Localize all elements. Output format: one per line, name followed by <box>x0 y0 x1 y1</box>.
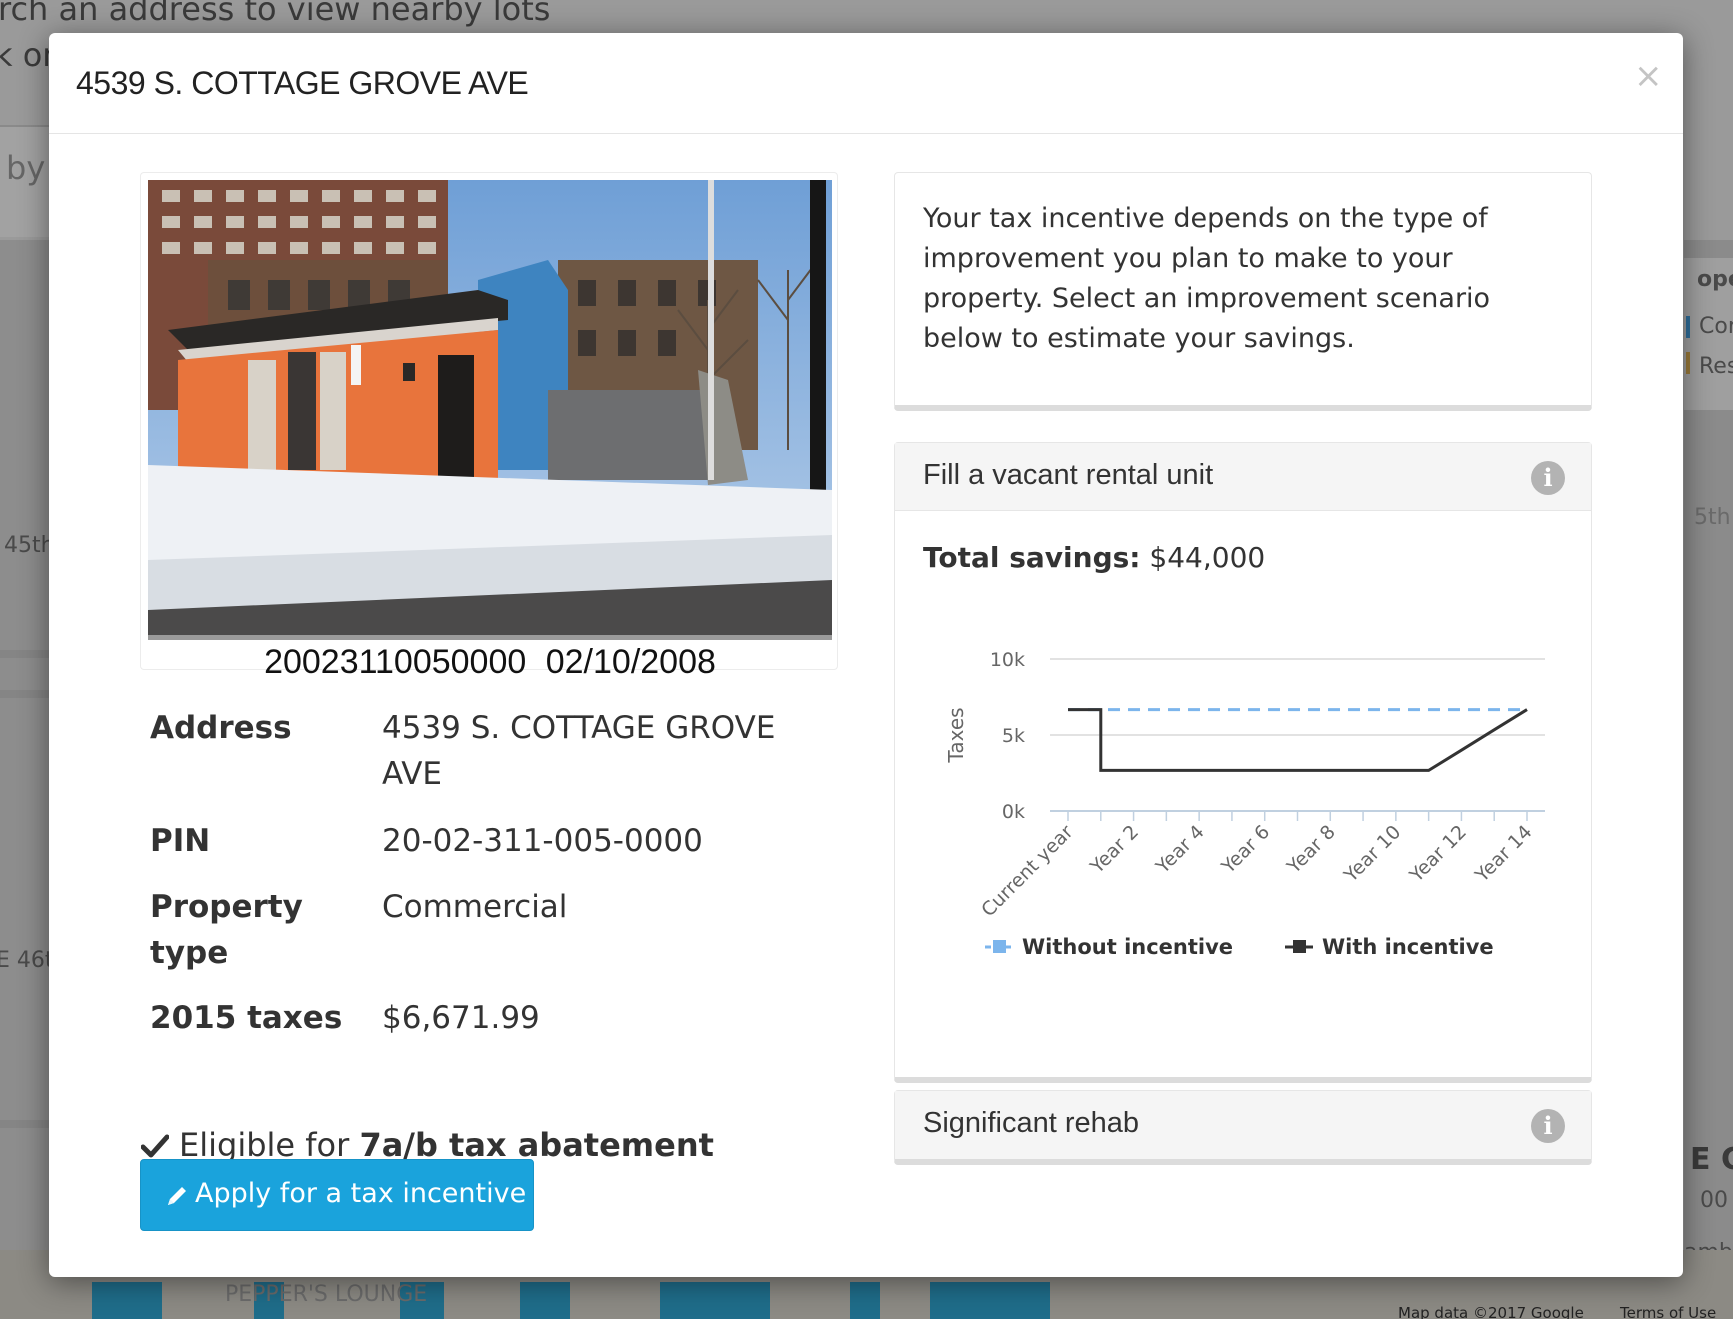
x-tick-label: Year 2 <box>1086 821 1144 879</box>
scenario-title: Significant rehab <box>923 1107 1140 1139</box>
scenario-header-rehab[interactable]: Significant rehab i <box>895 1091 1591 1159</box>
y-tick-label: 10k <box>990 649 1025 671</box>
bg-legend-item: Cor <box>1699 314 1733 339</box>
bg-street-label: 45th <box>4 533 55 558</box>
x-tick-label: Year 4 <box>1151 821 1209 879</box>
info-text: Your tax incentive depends on the type o… <box>923 203 1491 354</box>
taxes-value: $6,671.99 <box>382 1000 540 1036</box>
property-type-value: Commercial <box>382 889 568 925</box>
modal-header: 4539 S. COTTAGE GROVE AVE × <box>49 33 1683 134</box>
info-panel: Your tax incentive depends on the type o… <box>894 172 1592 411</box>
series-line-with-incentive <box>1068 708 1528 772</box>
x-tick-label: Year 6 <box>1217 821 1275 879</box>
info-icon[interactable]: i <box>1531 461 1565 495</box>
scenario-panel-rehab: Significant rehab i <box>894 1090 1592 1165</box>
modal-title: 4539 S. COTTAGE GROVE AVE <box>76 65 529 101</box>
savings-label: Total savings: <box>923 541 1141 574</box>
pin-value: 20-02-311-005-0000 <box>382 823 703 859</box>
scenario-panel-vacant-unit: Fill a vacant rental unit i Total saving… <box>894 442 1592 1083</box>
apply-button-label: Apply for a tax incentive <box>195 1178 527 1209</box>
address-value: 4539 S. COTTAGE GROVE AVE <box>382 710 776 792</box>
scenario-title: Fill a vacant rental unit <box>923 459 1214 491</box>
legend-label-without: Without incentive <box>1022 935 1233 959</box>
bg-partial-text: E GR <box>1690 1142 1733 1177</box>
info-icon[interactable]: i <box>1531 1109 1565 1143</box>
x-tick-label: Year 14 <box>1470 821 1536 887</box>
x-tick-label: Year 10 <box>1339 821 1405 887</box>
apply-incentive-button[interactable]: Apply for a tax incentive <box>140 1159 534 1231</box>
address-label: Address <box>150 710 292 746</box>
y-tick-label: 0k <box>1002 801 1025 823</box>
bg-partial-text-2: 00 <box>1700 1188 1728 1213</box>
x-tick-label: Year 8 <box>1282 821 1340 879</box>
bg-instruction-text: rch an address to view nearby lots <box>0 0 551 28</box>
property-photo <box>148 180 832 640</box>
legend-marker-without <box>993 940 1006 953</box>
x-tick-label: Current year <box>977 821 1077 921</box>
bg-map-place: PEPPER'S LOUNGE <box>225 1282 428 1307</box>
scenario-header-vacant-unit[interactable]: Fill a vacant rental unit i <box>895 443 1591 511</box>
y-tick-label: 5k <box>1002 725 1025 747</box>
bg-terms-link[interactable]: Terms of Use <box>1620 1304 1716 1319</box>
tax-savings-chart: 0k5k10kTaxesCurrent year Year 2 Year 4 Year… <box>944 649 1545 959</box>
photo-caption: 20023110050000 02/10/2008 <box>264 643 716 681</box>
legend-marker-with <box>1293 940 1306 953</box>
x-tick-label: Year 12 <box>1405 821 1471 887</box>
bg-legend-item: Res <box>1699 354 1733 379</box>
total-savings: Total savings: $44,000 <box>923 541 1265 574</box>
bg-legend-title: opert <box>1697 267 1733 292</box>
savings-value: $44,000 <box>1149 541 1266 574</box>
close-icon[interactable]: × <box>1634 59 1663 93</box>
pencil-icon <box>165 1184 189 1215</box>
property-modal: 4539 S. COTTAGE GROVE AVE × 200231100500… <box>49 33 1683 1277</box>
property-photo-card: 20023110050000 02/10/2008 <box>140 172 838 681</box>
legend-label-with: With incentive <box>1322 935 1494 959</box>
pin-label: PIN <box>150 823 211 859</box>
bg-map-data: Map data ©2017 Google <box>1398 1304 1584 1319</box>
taxes-label: 2015 taxes <box>150 1000 343 1036</box>
property-type-label: Property type <box>150 889 303 971</box>
bg-street-label-3: 5th S <box>1694 505 1733 530</box>
y-axis-label: Taxes <box>944 707 968 763</box>
